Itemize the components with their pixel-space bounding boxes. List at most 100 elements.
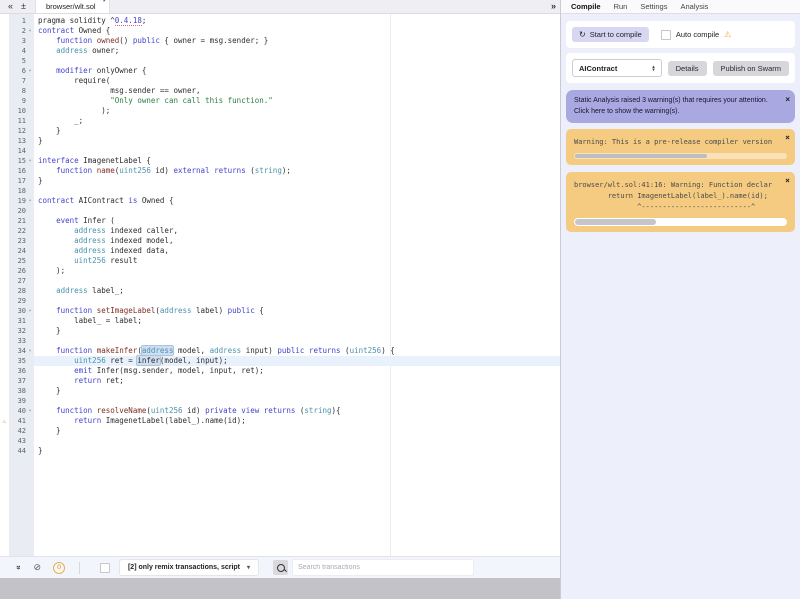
gutter-row[interactable]: 29 xyxy=(0,296,34,306)
gutter-row[interactable]: 2 ▾ xyxy=(0,26,34,36)
gutter-row[interactable]: 26 xyxy=(0,266,34,276)
gutter-row[interactable]: 12 xyxy=(0,126,34,136)
gutter-row[interactable]: 16 xyxy=(0,166,34,176)
gutter-row[interactable]: 22 xyxy=(0,226,34,236)
code-line[interactable]: function resolveName(uint256 id) private… xyxy=(34,406,560,416)
gutter-row[interactable]: 5 xyxy=(0,56,34,66)
gutter-row[interactable]: ⚠ 41 xyxy=(0,416,34,426)
gutter-row[interactable]: 30 ▾ xyxy=(0,306,34,316)
code-line[interactable] xyxy=(34,396,560,406)
terminal-clear-icon[interactable]: ⊘ xyxy=(33,562,41,573)
code-line[interactable]: ); xyxy=(34,106,560,116)
code-line[interactable]: address label_; xyxy=(34,286,560,296)
warning-scrollbar[interactable] xyxy=(574,153,787,159)
gutter-row[interactable]: 27 xyxy=(0,276,34,286)
fold-marker[interactable]: ▾ xyxy=(26,196,34,206)
code-line[interactable]: } xyxy=(34,176,560,186)
code-line[interactable]: } xyxy=(34,136,560,146)
gutter-row[interactable]: 31 xyxy=(0,316,34,326)
gutter-row[interactable]: 24 xyxy=(0,246,34,256)
code-line[interactable]: address indexed caller, xyxy=(34,226,560,236)
code-line[interactable]: emit Infer(msg.sender, model, input, ret… xyxy=(34,366,560,376)
details-button[interactable]: Details xyxy=(667,60,707,76)
contract-select[interactable]: AIContract ▴ ▾ xyxy=(572,59,662,77)
code-line[interactable]: msg.sender == owner, xyxy=(34,86,560,96)
terminal-listen-checkbox[interactable] xyxy=(100,562,110,573)
gutter-row[interactable]: 21 xyxy=(0,216,34,226)
code-line[interactable]: uint256 ret = infer(model, input); xyxy=(34,355,560,366)
code-editor[interactable]: 1 2 ▾ 3 4 5 6 ▾ 7 8 9 10 11 12 13 14 15 ▾ 16 17 18 19 ▾ 20 21 22 2… xyxy=(0,14,560,557)
fold-marker[interactable]: ▾ xyxy=(26,156,34,166)
gutter-row[interactable]: 4 xyxy=(0,46,34,56)
code-line[interactable]: require( xyxy=(34,76,560,86)
gutter-row[interactable]: 43 xyxy=(0,436,34,446)
code-line[interactable]: function makeInfer(address model, addres… xyxy=(34,345,560,356)
code-line[interactable]: return ret; xyxy=(34,376,560,386)
gutter-row[interactable]: 20 xyxy=(0,206,34,216)
collapse-left-panel-icon[interactable]: « xyxy=(8,0,13,13)
gutter-row[interactable]: 19 ▾ xyxy=(0,196,34,206)
warning-scrollbar[interactable] xyxy=(574,218,787,226)
gutter-row[interactable]: 6 ▾ xyxy=(0,66,34,76)
code-line[interactable]: modifier onlyOwner { xyxy=(34,66,560,76)
search-button[interactable] xyxy=(273,560,288,575)
code-line[interactable]: pragma solidity ^0.4.18; xyxy=(34,16,560,26)
terminal-collapse-icon[interactable]: « xyxy=(14,565,23,569)
fold-marker[interactable]: ▾ xyxy=(26,306,34,316)
gutter-row[interactable]: 39 xyxy=(0,396,34,406)
gutter-row[interactable]: 36 xyxy=(0,366,34,376)
gutter-row[interactable]: 35 xyxy=(0,356,34,366)
gutter-row[interactable]: 10 xyxy=(0,106,34,116)
gutter-row[interactable]: 14 xyxy=(0,146,34,156)
code-line[interactable]: } xyxy=(34,386,560,396)
code-line[interactable]: contract Owned { xyxy=(34,26,560,36)
code-line[interactable]: label_ = label; xyxy=(34,316,560,326)
code-line[interactable]: event Infer ( xyxy=(34,216,560,226)
gutter-row[interactable]: 33 xyxy=(0,336,34,346)
fold-marker[interactable]: ▾ xyxy=(26,406,34,416)
publish-on-swarm-button[interactable]: Publish on Swarm xyxy=(712,60,789,76)
code-line[interactable]: _; xyxy=(34,116,560,126)
code-line[interactable]: } xyxy=(34,326,560,336)
gutter-row[interactable]: 44 xyxy=(0,446,34,456)
gutter-row[interactable]: 3 xyxy=(0,36,34,46)
tab-compile[interactable]: Compile xyxy=(571,2,601,11)
code-line[interactable] xyxy=(34,186,560,196)
close-icon[interactable]: × xyxy=(785,133,790,142)
gutter-row[interactable]: 8 xyxy=(0,86,34,96)
code-line[interactable]: address indexed data, xyxy=(34,246,560,256)
code-line[interactable] xyxy=(34,206,560,216)
gutter-row[interactable]: 40 ▾ xyxy=(0,406,34,416)
code-line[interactable]: } xyxy=(34,426,560,436)
gutter-row[interactable]: 13 xyxy=(0,136,34,146)
tab-settings[interactable]: Settings xyxy=(640,2,667,11)
fold-marker[interactable]: ▾ xyxy=(26,26,34,36)
gutter-row[interactable]: 11 xyxy=(0,116,34,126)
gutter-row[interactable]: 23 xyxy=(0,236,34,246)
plus-minus-icon[interactable]: ± xyxy=(21,0,26,13)
gutter-row[interactable]: 28 xyxy=(0,286,34,296)
code-line[interactable]: } xyxy=(34,446,560,456)
gutter-row[interactable]: 42 xyxy=(0,426,34,436)
code-line[interactable] xyxy=(34,146,560,156)
gutter-row[interactable]: 18 xyxy=(0,186,34,196)
tab-analysis[interactable]: Analysis xyxy=(680,2,708,11)
gutter-row[interactable]: 25 xyxy=(0,256,34,266)
code-line[interactable]: ); xyxy=(34,266,560,276)
code-line[interactable] xyxy=(34,436,560,446)
static-analysis-notification[interactable]: × Static Analysis raised 3 warning(s) th… xyxy=(566,90,795,123)
code-line[interactable]: function setImageLabel(address label) pu… xyxy=(34,306,560,316)
gutter-row[interactable]: 17 xyxy=(0,176,34,186)
code-line[interactable]: interface ImagenetLabel { xyxy=(34,156,560,166)
tab-run[interactable]: Run xyxy=(614,2,628,11)
start-to-compile-button[interactable]: ↻ Start to compile xyxy=(572,27,649,42)
close-icon[interactable]: × xyxy=(785,94,790,106)
gutter-row[interactable]: 15 ▾ xyxy=(0,156,34,166)
gutter-row[interactable]: 9 xyxy=(0,96,34,106)
search-transactions-input[interactable] xyxy=(292,559,474,576)
code-line[interactable]: function owned() public { owner = msg.se… xyxy=(34,36,560,46)
code-line[interactable] xyxy=(34,56,560,66)
fold-marker[interactable]: ▾ xyxy=(26,66,34,76)
toggle-right-panel-icon[interactable]: » xyxy=(551,0,556,13)
code-line[interactable]: address indexed model, xyxy=(34,236,560,246)
